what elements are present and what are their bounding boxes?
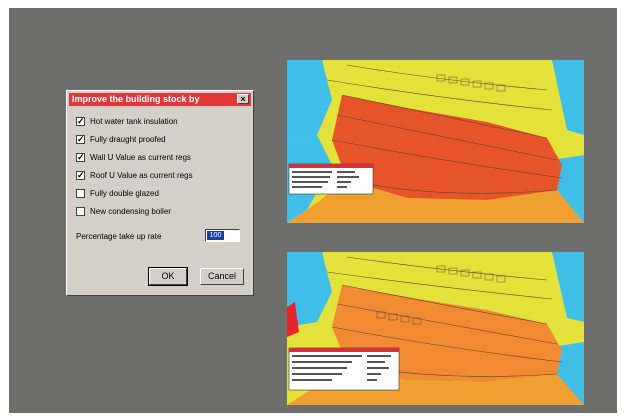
option-label: Fully double glazed [90,189,159,198]
map-before[interactable] [287,60,584,223]
improve-building-stock-dialog: Improve the building stock by × ✓ Hot wa… [66,90,254,296]
option-label: Roof U Value as current regs [90,171,193,180]
option-label: Fully draught proofed [90,135,166,144]
ok-button[interactable]: OK [148,267,188,286]
take-up-rate-value: 100 [207,231,224,240]
desktop-background: Improve the building stock by × ✓ Hot wa… [9,8,617,413]
option-label: New condensing boiler [90,207,171,216]
checkbox-roof-u-value[interactable]: ✓ [76,171,85,180]
map-before-graphic [287,60,584,223]
option-label: Wall U Value as current regs [90,153,191,162]
cancel-button[interactable]: Cancel [200,268,244,285]
map-after[interactable] [287,252,584,405]
take-up-rate-label: Percentage take up rate [76,232,162,241]
take-up-rate-input[interactable]: 100 [205,229,240,242]
option-label: Hot water tank insulation [90,117,178,126]
checkbox-hot-water-tank[interactable]: ✓ [76,117,85,126]
map-after-graphic [287,252,584,405]
dialog-titlebar[interactable]: Improve the building stock by × [69,93,251,106]
dialog-title: Improve the building stock by [72,94,200,104]
checkbox-draught-proofed[interactable]: ✓ [76,135,85,144]
checkbox-condensing-boiler[interactable] [76,207,85,216]
checkbox-wall-u-value[interactable]: ✓ [76,153,85,162]
checkbox-double-glazed[interactable] [76,189,85,198]
close-button[interactable]: × [237,94,249,104]
